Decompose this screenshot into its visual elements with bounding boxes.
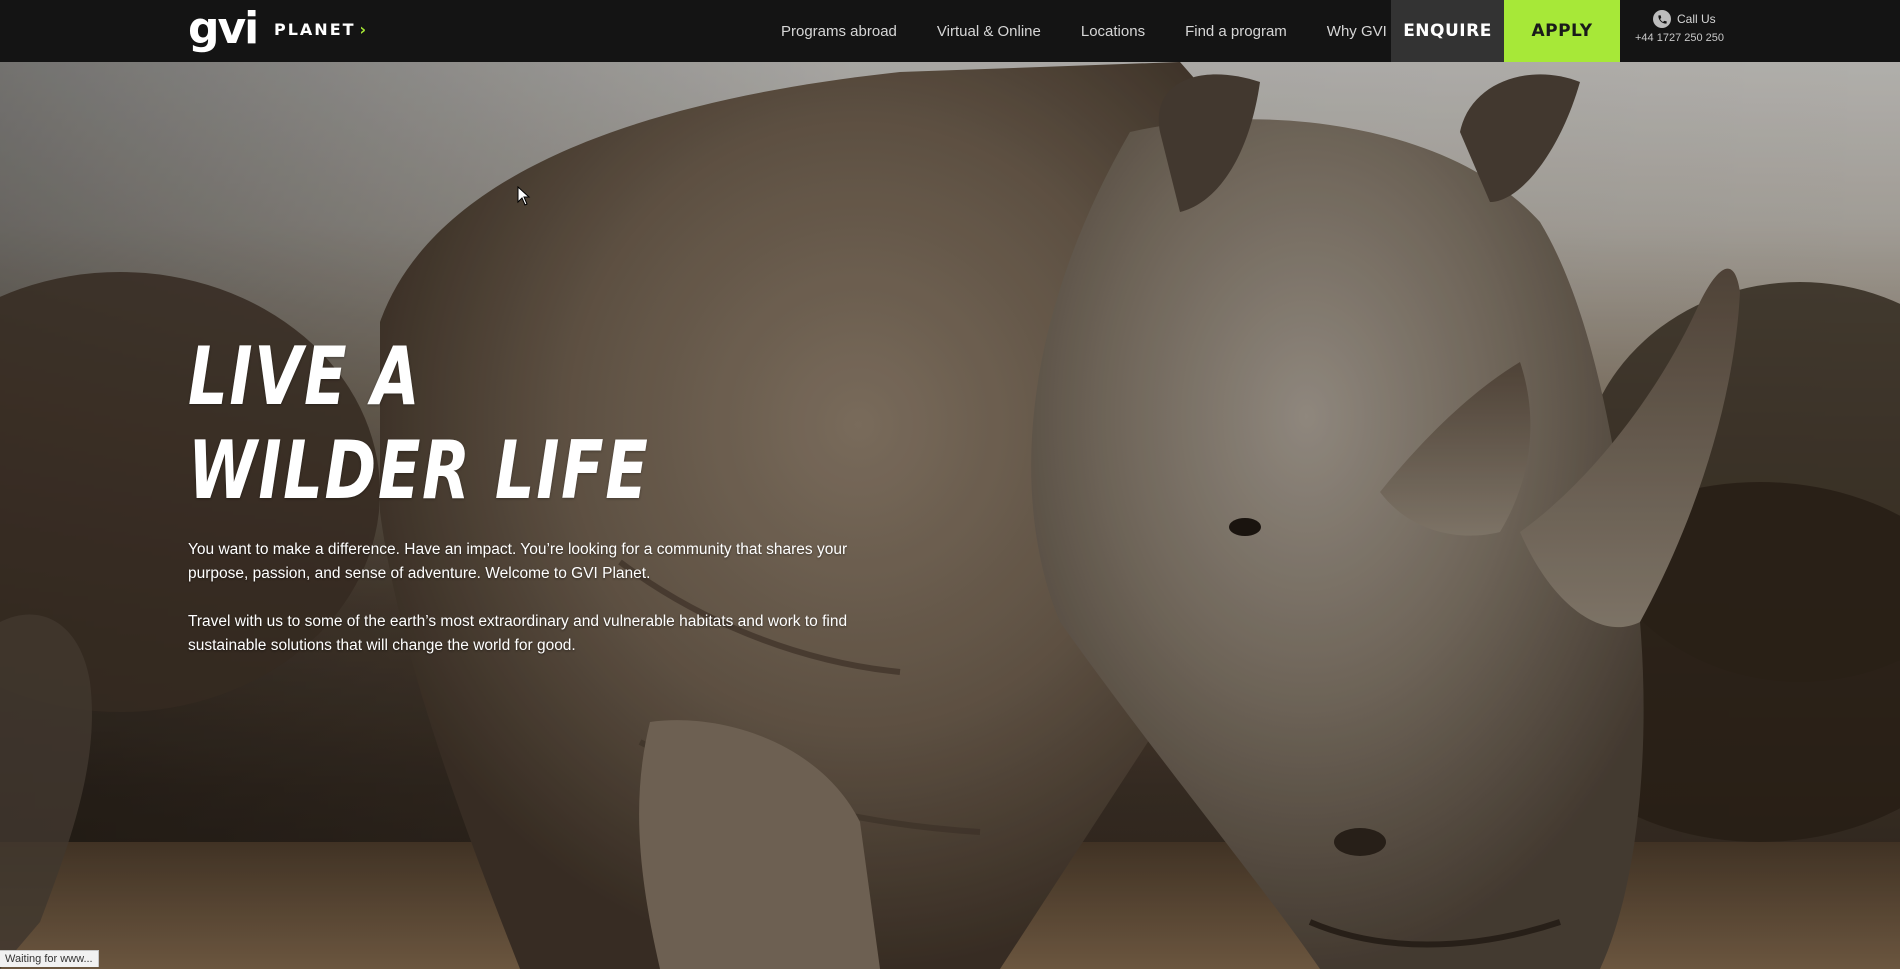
chevron-right-icon: › — [359, 20, 369, 39]
top-navbar: gvi PLANET › Programs abroad Virtual & On… — [0, 0, 1900, 62]
hero-intro: You want to make a difference. Have an i… — [188, 538, 878, 682]
nav-link-why-gvi[interactable]: Why GVI — [1327, 23, 1387, 40]
nav-link-find-a-program[interactable]: Find a program — [1185, 23, 1287, 40]
gvi-logo[interactable]: gvi — [188, 4, 259, 54]
apply-button[interactable]: APPLY — [1504, 0, 1620, 62]
hero-paragraph-1: You want to make a difference. Have an i… — [188, 541, 848, 582]
nav-link-virtual-online[interactable]: Virtual & Online — [937, 23, 1041, 40]
page: gvi PLANET › Programs abroad Virtual & On… — [0, 0, 1900, 969]
phone-icon — [1653, 10, 1671, 28]
call-phone-number[interactable]: +44 1727 250 250 — [1635, 32, 1724, 44]
browser-status-bar: Waiting for www... — [0, 950, 99, 967]
nav-link-locations[interactable]: Locations — [1081, 23, 1145, 40]
hero-title: LIVE A WILDER LIFE — [188, 330, 649, 518]
main-nav: Programs abroad Virtual & Online Locatio… — [781, 0, 1387, 62]
call-us-row: Call Us — [1653, 10, 1724, 28]
nav-link-programs-abroad[interactable]: Programs abroad — [781, 23, 897, 40]
planet-label: PLANET — [274, 20, 356, 39]
hero-title-line-1: LIVE A — [188, 330, 422, 423]
hero-paragraph-2: Travel with us to some of the earth’s mo… — [188, 613, 848, 654]
hero-section: LIVE A WILDER LIFE You want to make a di… — [0, 62, 1900, 969]
mouse-cursor-icon — [517, 186, 531, 206]
enquire-button[interactable]: ENQUIRE — [1391, 0, 1504, 62]
call-us-label: Call Us — [1677, 12, 1716, 26]
hero-title-line-2: WILDER LIFE — [188, 424, 650, 517]
call-us-block[interactable]: Call Us +44 1727 250 250 — [1635, 10, 1724, 44]
planet-link[interactable]: PLANET › — [274, 20, 368, 39]
